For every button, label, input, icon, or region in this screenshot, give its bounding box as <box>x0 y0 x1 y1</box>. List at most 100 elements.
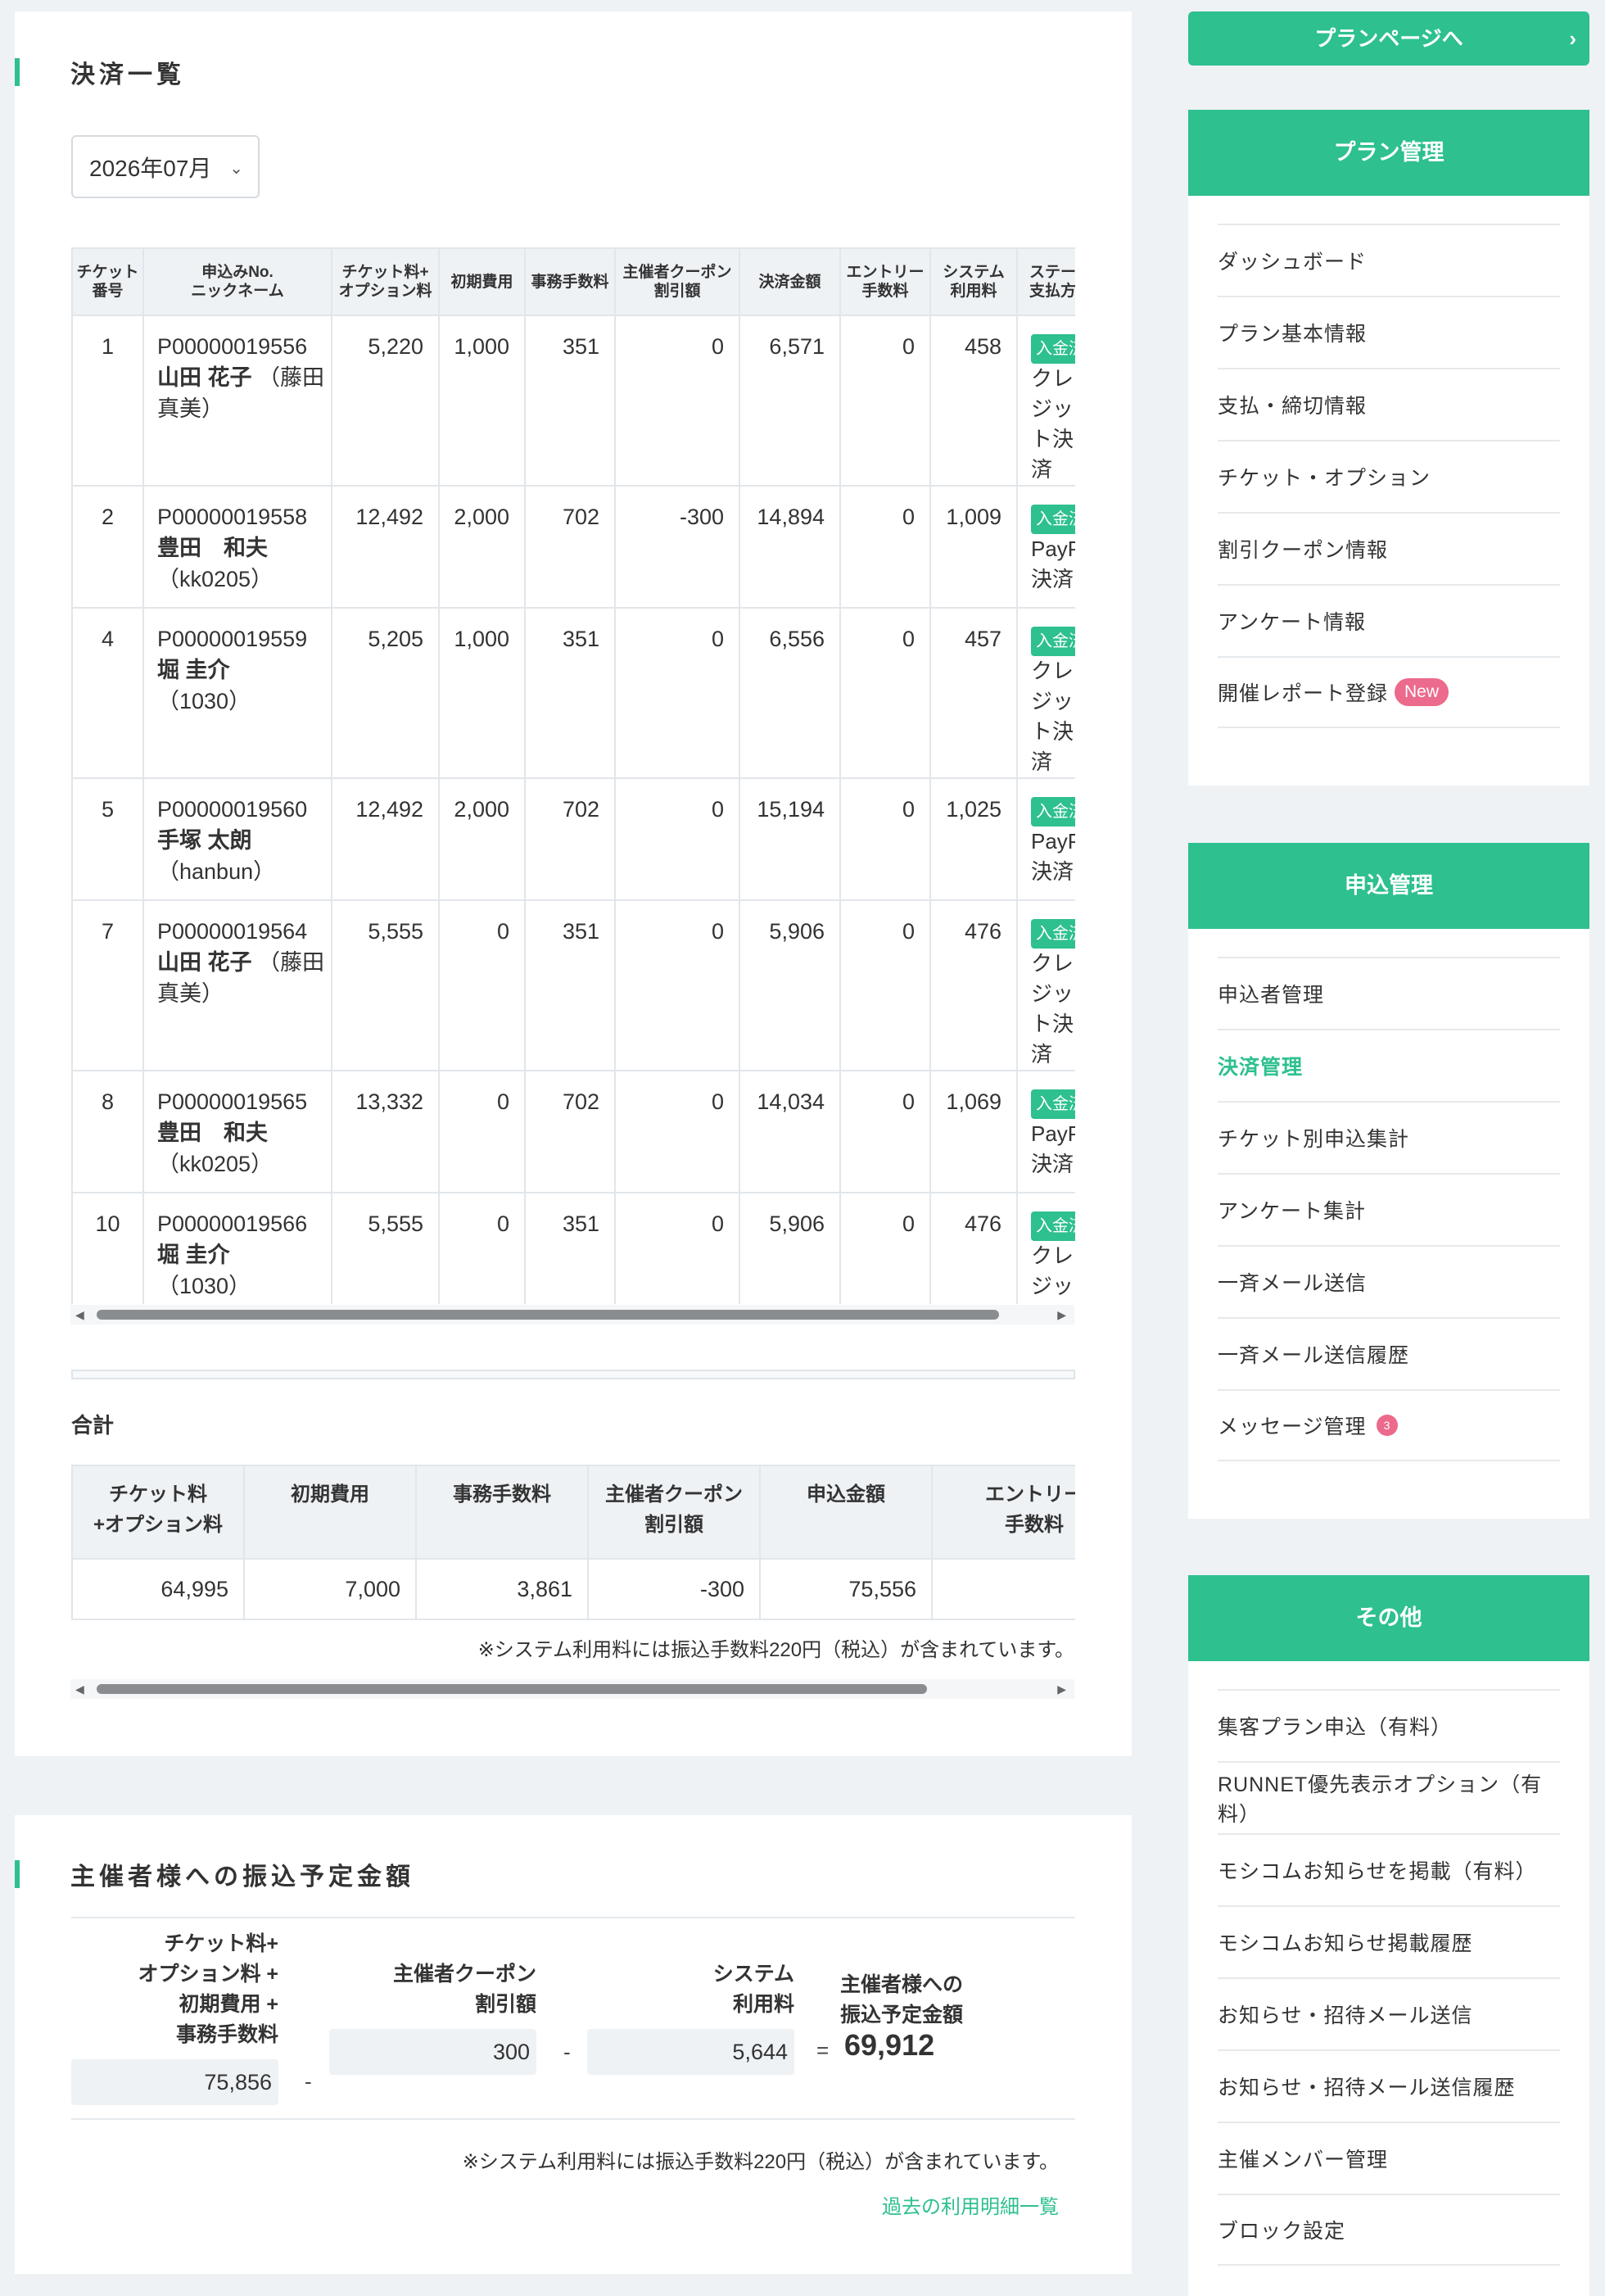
sidebar-item[interactable]: ブロック設定 <box>1218 2194 1560 2266</box>
status-badge: 入金済 <box>1031 1089 1075 1119</box>
cell-application[interactable]: P00000019558 豊田 和夫 （kk0205） <box>142 485 332 609</box>
cell-initial: 0 <box>438 1070 526 1193</box>
cell-entry-fee: 0 <box>839 607 931 779</box>
col-coupon[interactable]: 主催者クーポン 割引額 <box>614 247 740 316</box>
col-ticket-fee[interactable]: チケット料+ オプション料 <box>331 247 440 316</box>
sidebar-item[interactable]: プラン基本情報 <box>1218 296 1560 368</box>
cell-ticket-no: 4 <box>71 607 144 779</box>
sidebar-item[interactable]: 決済管理 <box>1218 1029 1560 1101</box>
sidebar-item[interactable]: 一斉メール送信履歴 <box>1218 1317 1560 1389</box>
totals-row: 64,9957,0003,861-30075,5560 <box>71 1558 1075 1620</box>
scroll-right-icon[interactable]: ▶ <box>1057 1682 1066 1696</box>
sidebar-item[interactable]: アンケート集計 <box>1218 1173 1560 1245</box>
totals-table: チケット料 +オプション料 初期費用 事務手数料 主催者クーポン 割引額 申込金額 エントリー… <box>71 1465 1075 1620</box>
message-count-badge: 3 <box>1376 1415 1398 1436</box>
application-no[interactable]: P00000019565 <box>157 1086 328 1117</box>
applicant-name: 山田 花子 <box>157 950 252 975</box>
col-initial[interactable]: 初期費用 <box>438 247 526 316</box>
scroll-left-icon[interactable]: ◀ <box>75 1682 84 1696</box>
table-row[interactable]: 7 P00000019564 山田 花子 （藤田真美） 5,555 0 351 0 5,906… <box>71 899 1075 1071</box>
totals-table-scrollbar[interactable]: ◀ ▶ <box>70 1679 1074 1699</box>
sidebar-item[interactable]: 支払・締切情報 <box>1218 368 1560 440</box>
cell-coupon: 0 <box>614 1070 740 1193</box>
sidebar-item[interactable]: アンケート情報 <box>1218 584 1560 656</box>
table-row[interactable]: 8 P00000019565 豊田 和夫 （kk0205） 13,332 0 702 0 14… <box>71 1070 1075 1193</box>
sidebar-item[interactable]: 割引クーポン情報 <box>1218 512 1560 584</box>
cell-application[interactable]: P00000019560 手塚 太朗 （hanbun） <box>142 777 332 901</box>
application-no[interactable]: P00000019559 <box>157 623 328 654</box>
month-select[interactable]: 2026年07月 ⌄ <box>71 135 260 198</box>
payment-method: クレジット決済 <box>1031 659 1074 774</box>
sidebar-item[interactable]: お知らせ・招待メール送信 <box>1218 1977 1560 2049</box>
cell-initial: 2,000 <box>438 777 526 901</box>
cell-amount: 6,571 <box>739 315 841 487</box>
scroll-thumb[interactable] <box>97 1684 927 1694</box>
payments-table-scrollbar[interactable]: ◀ ▶ <box>70 1305 1074 1325</box>
payment-method: PayPay決済 <box>1031 829 1075 884</box>
application-no[interactable]: P00000019560 <box>157 794 328 825</box>
table-row[interactable]: 2 P00000019558 豊田 和夫 （kk0205） 12,492 2,000 70… <box>71 485 1075 609</box>
table-row[interactable]: 10 P00000019566 堀 圭介 （1030） 5,555 0 351 0 5,906… <box>71 1192 1075 1304</box>
cell-application[interactable]: P00000019565 豊田 和夫 （kk0205） <box>142 1070 332 1193</box>
scroll-right-icon[interactable]: ▶ <box>1057 1308 1066 1322</box>
table-row[interactable]: 1 P00000019556 山田 花子 （藤田真美） 5,220 1,000 351 0 6… <box>71 315 1075 487</box>
sidebar-item[interactable]: 集客プラン申込（有料） <box>1218 1689 1560 1761</box>
col-entry-fee[interactable]: エントリー 手数料 <box>839 247 931 316</box>
col-amount[interactable]: 決済金額 <box>739 247 841 316</box>
sidebar-item[interactable]: 申込者管理 <box>1218 957 1560 1029</box>
application-no[interactable]: P00000019566 <box>157 1208 328 1239</box>
status-badge: 入金済 <box>1031 627 1075 656</box>
transfer-divider-top <box>71 1917 1075 1918</box>
cell-application[interactable]: P00000019556 山田 花子 （藤田真美） <box>142 315 332 487</box>
sidebar-item[interactable]: 主催メンバー管理 <box>1218 2122 1560 2194</box>
sidebar-item-label: 決済管理 <box>1218 1056 1304 1079</box>
history-link[interactable]: 過去の利用明細一覧 <box>882 2190 1059 2219</box>
scroll-left-icon[interactable]: ◀ <box>75 1308 84 1322</box>
sidebar-item[interactable]: モシコムお知らせを掲載（有料） <box>1218 1833 1560 1905</box>
sidebar-item[interactable]: RUNNET優先表示オプション（有料） <box>1218 1761 1560 1833</box>
cell-office-fee: 702 <box>524 485 616 609</box>
sidebar-item[interactable]: チケット別申込集計 <box>1218 1101 1560 1173</box>
scroll-thumb[interactable] <box>97 1310 999 1320</box>
sidebar-item-label: モシコムお知らせを掲載（有料） <box>1218 1860 1537 1883</box>
cell-office-fee: 702 <box>524 777 616 901</box>
cell-application[interactable]: P00000019564 山田 花子 （藤田真美） <box>142 899 332 1071</box>
col-application[interactable]: 申込みNo. ニックネーム <box>142 247 332 316</box>
application-no[interactable]: P00000019556 <box>157 331 328 362</box>
sidebar-item[interactable]: チケット・オプション <box>1218 440 1560 512</box>
cell-coupon: 0 <box>614 1192 740 1304</box>
sidebar-item[interactable]: モシコムお知らせ掲載履歴 <box>1218 1905 1560 1977</box>
table-row[interactable]: 5 P00000019560 手塚 太朗 （hanbun） 12,492 2,000 70… <box>71 777 1075 901</box>
table-row[interactable]: 4 P00000019559 堀 圭介 （1030） 5,205 1,000 351 0 6,… <box>71 607 1075 779</box>
col-ticket-no[interactable]: チケット 番号 <box>71 247 144 316</box>
sidebar-item[interactable]: お知らせ・招待メール送信履歴 <box>1218 2049 1560 2122</box>
cell-application[interactable]: P00000019566 堀 圭介 （1030） <box>142 1192 332 1304</box>
cell-office-fee: 702 <box>524 1070 616 1193</box>
totals-col-header: エントリー 手数料 <box>931 1465 1075 1560</box>
sidebar-item-label: プラン基本情報 <box>1218 323 1368 346</box>
application-no[interactable]: P00000019564 <box>157 916 328 947</box>
totals-col-header: チケット料 +オプション料 <box>71 1465 245 1560</box>
cell-application[interactable]: P00000019559 堀 圭介 （1030） <box>142 607 332 779</box>
applicant-nickname: （1030） <box>157 689 251 713</box>
sidebar-item[interactable]: 一斉メール送信 <box>1218 1245 1560 1317</box>
sidebar-item[interactable]: メッセージ管理 3 <box>1218 1389 1560 1461</box>
application-management-title: 申込管理 <box>1188 843 1589 929</box>
col-status[interactable]: ステータス支払方法 <box>1016 247 1075 316</box>
sidebar-item[interactable]: ダッシュボード <box>1218 224 1560 296</box>
totals-table-scroll: チケット料 +オプション料 初期費用 事務手数料 主催者クーポン 割引額 申込金額 エントリー… <box>71 1465 1075 1620</box>
col-system-fee[interactable]: システム 利用料 <box>929 247 1018 316</box>
cell-entry-fee: 0 <box>839 899 931 1071</box>
col-office-fee[interactable]: 事務手数料 <box>524 247 616 316</box>
cell-ticket-no: 1 <box>71 315 144 487</box>
application-no[interactable]: P00000019558 <box>157 501 328 532</box>
sidebar-item-label: 一斉メール送信履歴 <box>1218 1344 1410 1367</box>
cell-office-fee: 351 <box>524 1192 616 1304</box>
sidebar-item[interactable]: 開催レポート登録 New <box>1218 656 1560 728</box>
transfer-label-subtotal: チケット料+ オプション料 + 初期費用 + 事務手数料 <box>138 1932 278 2046</box>
cell-office-fee: 351 <box>524 607 616 779</box>
sidebar-item-label: 開催レポート登録 <box>1218 682 1389 705</box>
minus-operator: - <box>305 2069 312 2094</box>
plan-page-button[interactable]: プランページへ › <box>1188 11 1589 66</box>
cell-coupon: 0 <box>614 777 740 901</box>
